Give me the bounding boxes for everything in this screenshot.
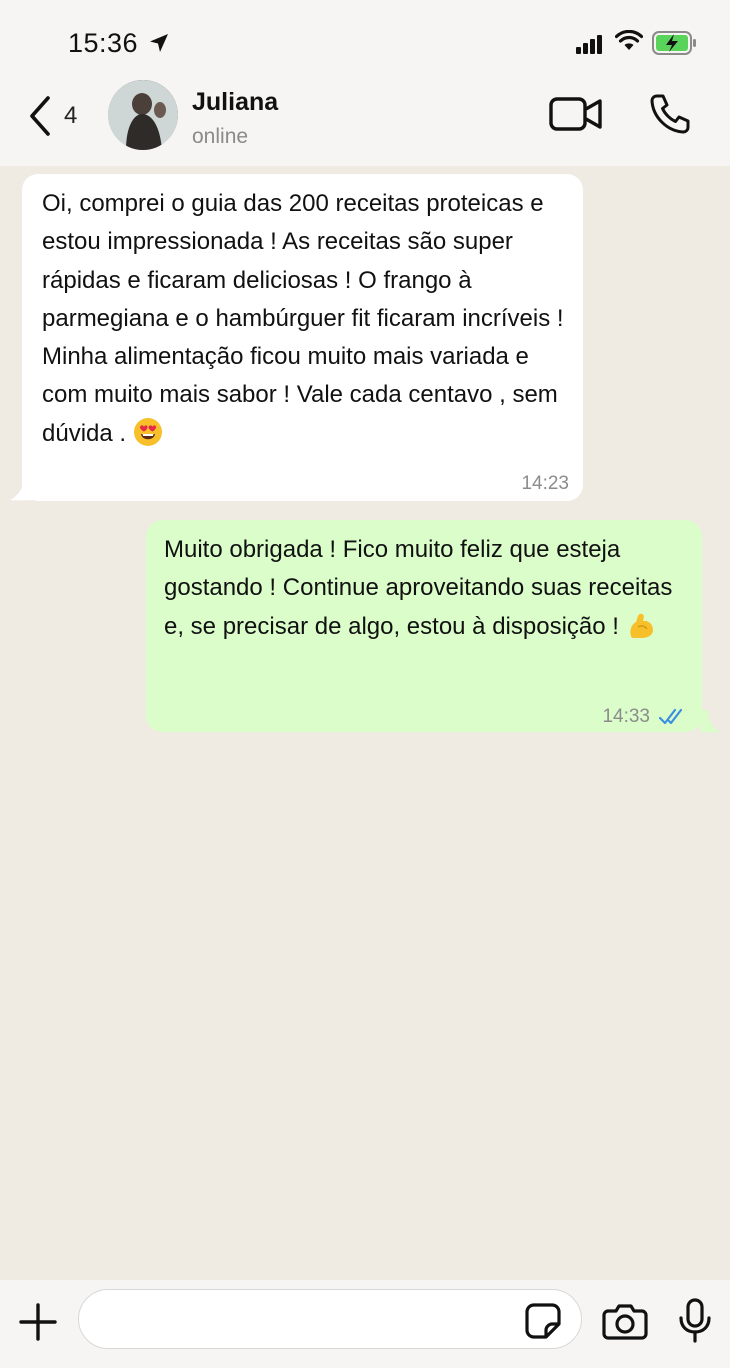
outgoing-bubble-tail [700, 710, 720, 733]
phone-call-icon[interactable] [648, 92, 692, 136]
status-bar: 15:36 [0, 0, 730, 80]
flexed-biceps-emoji-icon [629, 613, 653, 638]
status-time: 15:36 [68, 28, 139, 58]
sticker-icon[interactable] [524, 1302, 562, 1340]
heart-eyes-emoji-icon [133, 417, 162, 446]
back-button[interactable]: 4 [26, 94, 86, 138]
chevron-left-icon [30, 96, 50, 136]
avatar[interactable] [108, 80, 178, 150]
contact-name[interactable]: Juliana [192, 88, 278, 117]
message-text: Oi, comprei o guia das 200 receitas prot… [42, 185, 567, 453]
message-input[interactable] [78, 1289, 582, 1349]
outgoing-message[interactable]: Muito obrigada ! Fico muito feliz que es… [146, 520, 702, 732]
contact-status: online [192, 125, 249, 148]
incoming-message[interactable]: Oi, comprei o guia das 200 receitas prot… [22, 174, 583, 501]
chat-header: 4 Juliana online [0, 80, 730, 166]
microphone-icon[interactable] [678, 1298, 712, 1344]
message-timestamp: 14:33 [602, 706, 650, 727]
double-check-read-icon [658, 708, 683, 725]
location-arrow-icon [150, 34, 168, 52]
plus-icon[interactable] [18, 1302, 58, 1342]
video-call-icon[interactable] [548, 94, 604, 134]
avatar-photo [108, 80, 178, 150]
unread-count: 4 [64, 102, 78, 129]
wifi-icon [615, 30, 643, 50]
cellular-signal-icon [576, 35, 602, 54]
message-text: Muito obrigada ! Fico muito feliz que es… [164, 531, 684, 646]
message-text-content: Muito obrigada ! Fico muito feliz que es… [164, 536, 673, 640]
battery-charging-icon [652, 31, 696, 55]
message-timestamp: 14:23 [521, 473, 569, 494]
composer-bar [0, 1280, 730, 1368]
message-text-content: Oi, comprei o guia das 200 receitas prot… [42, 190, 564, 447]
camera-icon[interactable] [602, 1302, 648, 1340]
message-meta: 14:33 [602, 706, 688, 728]
